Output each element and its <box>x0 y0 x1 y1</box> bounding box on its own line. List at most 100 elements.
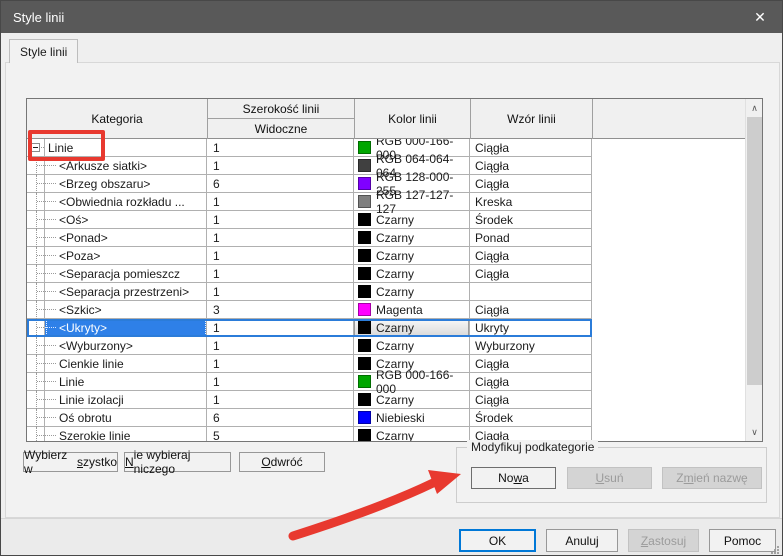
line-width-cell[interactable]: 1 <box>207 157 354 175</box>
category-cell[interactable]: Linie <box>45 373 207 391</box>
line-color-cell[interactable]: Czarny <box>354 319 470 337</box>
table-row[interactable]: <Obwiednia rozkładu ... 1 RGB 127-127-12… <box>27 193 592 211</box>
line-width-cell[interactable]: 3 <box>207 301 354 319</box>
table-row[interactable]: <Brzeg obszaru> 6 RGB 128-000-255 Ciągła <box>27 175 592 193</box>
help-button[interactable]: Pomoc <box>709 529 776 552</box>
header-line-color[interactable]: Kolor linii <box>354 99 470 139</box>
line-width-cell[interactable]: 1 <box>207 391 354 409</box>
table-row[interactable]: <Szkic> 3 Magenta Ciągła <box>27 301 592 319</box>
table-row[interactable]: Cienkie linie 1 Czarny Ciągła <box>27 355 592 373</box>
line-pattern-cell[interactable]: Ciągła <box>470 373 592 391</box>
ok-button[interactable]: OK <box>459 529 536 552</box>
line-color-cell[interactable]: Magenta <box>354 301 470 319</box>
tree-collapse-icon[interactable] <box>31 143 40 152</box>
category-cell[interactable]: <Separacja przestrzeni> <box>45 283 207 301</box>
line-pattern-cell[interactable]: Ciągła <box>470 427 592 441</box>
table-row[interactable]: <Poza> 1 Czarny Ciągła <box>27 247 592 265</box>
line-width-cell[interactable]: 1 <box>207 211 354 229</box>
line-width-cell[interactable]: 1 <box>207 337 354 355</box>
table-row[interactable]: <Wyburzony> 1 Czarny Wyburzony <box>27 337 592 355</box>
table-row[interactable]: <Separacja pomieszcz 1 Czarny Ciągła <box>27 265 592 283</box>
line-pattern-cell[interactable]: Kreska <box>470 193 592 211</box>
line-pattern-cell[interactable]: Wyburzony <box>470 337 592 355</box>
line-width-cell[interactable]: 1 <box>207 373 354 391</box>
category-cell[interactable]: <Poza> <box>45 247 207 265</box>
line-color-cell[interactable]: Czarny <box>354 265 470 283</box>
rename-subcategory-button[interactable]: Zmień nazwę <box>662 467 762 489</box>
line-pattern-cell[interactable]: Ukryty <box>470 319 592 337</box>
table-row[interactable]: <Oś> 1 Czarny Środek <box>27 211 592 229</box>
line-width-cell[interactable]: 1 <box>207 139 354 157</box>
select-none-button[interactable]: Nie wybieraj niczego <box>124 452 231 472</box>
line-pattern-cell[interactable]: Środek <box>470 211 592 229</box>
line-pattern-cell[interactable]: Ciągła <box>470 157 592 175</box>
header-line-width[interactable]: Szerokość linii <box>207 99 354 119</box>
line-pattern-cell[interactable] <box>470 283 592 301</box>
table-row[interactable]: <Ponad> 1 Czarny Ponad <box>27 229 592 247</box>
line-color-cell[interactable]: Czarny <box>354 247 470 265</box>
table-row[interactable]: <Separacja przestrzeni> 1 Czarny <box>27 283 592 301</box>
line-color-cell[interactable]: Czarny <box>354 283 470 301</box>
table-row[interactable]: Szerokie linie 5 Czarny Ciągła <box>27 427 592 441</box>
select-all-button[interactable]: Wybierz wszystko <box>23 452 118 472</box>
category-cell[interactable]: Linie izolacji <box>45 391 207 409</box>
table-row[interactable]: Linie 1 RGB 000-166-000 Ciągła <box>27 373 592 391</box>
line-width-cell[interactable]: 1 <box>207 193 354 211</box>
line-color-cell[interactable]: Czarny <box>354 391 470 409</box>
category-cell[interactable]: <Szkic> <box>45 301 207 319</box>
new-subcategory-button[interactable]: Nowa <box>471 467 556 489</box>
line-pattern-cell[interactable]: Środek <box>470 409 592 427</box>
header-visible[interactable]: Widoczne <box>207 119 354 139</box>
scroll-down-icon[interactable]: ∨ <box>746 423 763 441</box>
category-cell[interactable]: <Separacja pomieszcz <box>45 265 207 283</box>
line-pattern-cell[interactable]: Ciągła <box>470 265 592 283</box>
line-pattern-cell[interactable]: Ciągła <box>470 391 592 409</box>
scrollbar-thumb[interactable] <box>747 117 762 385</box>
category-cell[interactable]: Oś obrotu <box>45 409 207 427</box>
vertical-scrollbar[interactable]: ∧ ∨ <box>745 99 762 441</box>
close-icon[interactable]: ✕ <box>738 1 782 33</box>
line-color-cell[interactable]: Czarny <box>354 337 470 355</box>
category-cell[interactable]: <Wyburzony> <box>45 337 207 355</box>
scroll-up-icon[interactable]: ∧ <box>746 99 763 117</box>
table-row[interactable]: Oś obrotu 6 Niebieski Środek <box>27 409 592 427</box>
table-row[interactable]: Linie izolacji 1 Czarny Ciągła <box>27 391 592 409</box>
line-pattern-cell[interactable]: Ciągła <box>470 175 592 193</box>
line-width-cell[interactable]: 1 <box>207 265 354 283</box>
category-cell[interactable]: <Brzeg obszaru> <box>45 175 207 193</box>
table-row[interactable]: Linie 1 RGB 000-166-000 Ciągła <box>27 139 592 157</box>
line-pattern-cell[interactable]: Ciągła <box>470 139 592 157</box>
header-line-pattern[interactable]: Wzór linii <box>470 99 592 139</box>
line-width-cell[interactable]: 1 <box>207 355 354 373</box>
delete-subcategory-button[interactable]: Usuń <box>567 467 652 489</box>
category-cell[interactable]: Linie <box>45 139 207 157</box>
line-color-cell[interactable]: Czarny <box>354 427 470 441</box>
category-cell[interactable]: <Obwiednia rozkładu ... <box>45 193 207 211</box>
line-width-cell[interactable]: 1 <box>207 229 354 247</box>
table-row[interactable]: <Arkusze siatki> 1 RGB 064-064-064 Ciągł… <box>27 157 592 175</box>
line-width-cell[interactable]: 1 <box>207 319 354 337</box>
resize-grip[interactable] <box>771 546 779 554</box>
table-row[interactable]: <Ukryty> 1 Czarny Ukryty <box>27 319 592 337</box>
category-cell[interactable]: Cienkie linie <box>45 355 207 373</box>
line-width-cell[interactable]: 5 <box>207 427 354 441</box>
line-pattern-cell[interactable]: Ponad <box>470 229 592 247</box>
line-color-cell[interactable]: RGB 127-127-127 <box>354 193 470 211</box>
line-width-cell[interactable]: 1 <box>207 247 354 265</box>
category-cell[interactable]: Szerokie linie <box>45 427 207 441</box>
header-category[interactable]: Kategoria <box>27 99 207 139</box>
line-width-cell[interactable]: 6 <box>207 175 354 193</box>
line-pattern-cell[interactable]: Ciągła <box>470 247 592 265</box>
invert-selection-button[interactable]: Odwróć <box>239 452 325 472</box>
tab-style-linii[interactable]: Style linii <box>9 39 78 63</box>
cancel-button[interactable]: Anuluj <box>546 529 618 552</box>
category-cell[interactable]: <Arkusze siatki> <box>45 157 207 175</box>
category-cell[interactable]: <Oś> <box>45 211 207 229</box>
line-color-cell[interactable]: RGB 000-166-000 <box>354 373 470 391</box>
line-pattern-cell[interactable]: Ciągła <box>470 355 592 373</box>
line-width-cell[interactable]: 1 <box>207 283 354 301</box>
line-pattern-cell[interactable]: Ciągła <box>470 301 592 319</box>
category-cell[interactable]: <Ponad> <box>45 229 207 247</box>
line-color-cell[interactable]: Niebieski <box>354 409 470 427</box>
line-width-cell[interactable]: 6 <box>207 409 354 427</box>
